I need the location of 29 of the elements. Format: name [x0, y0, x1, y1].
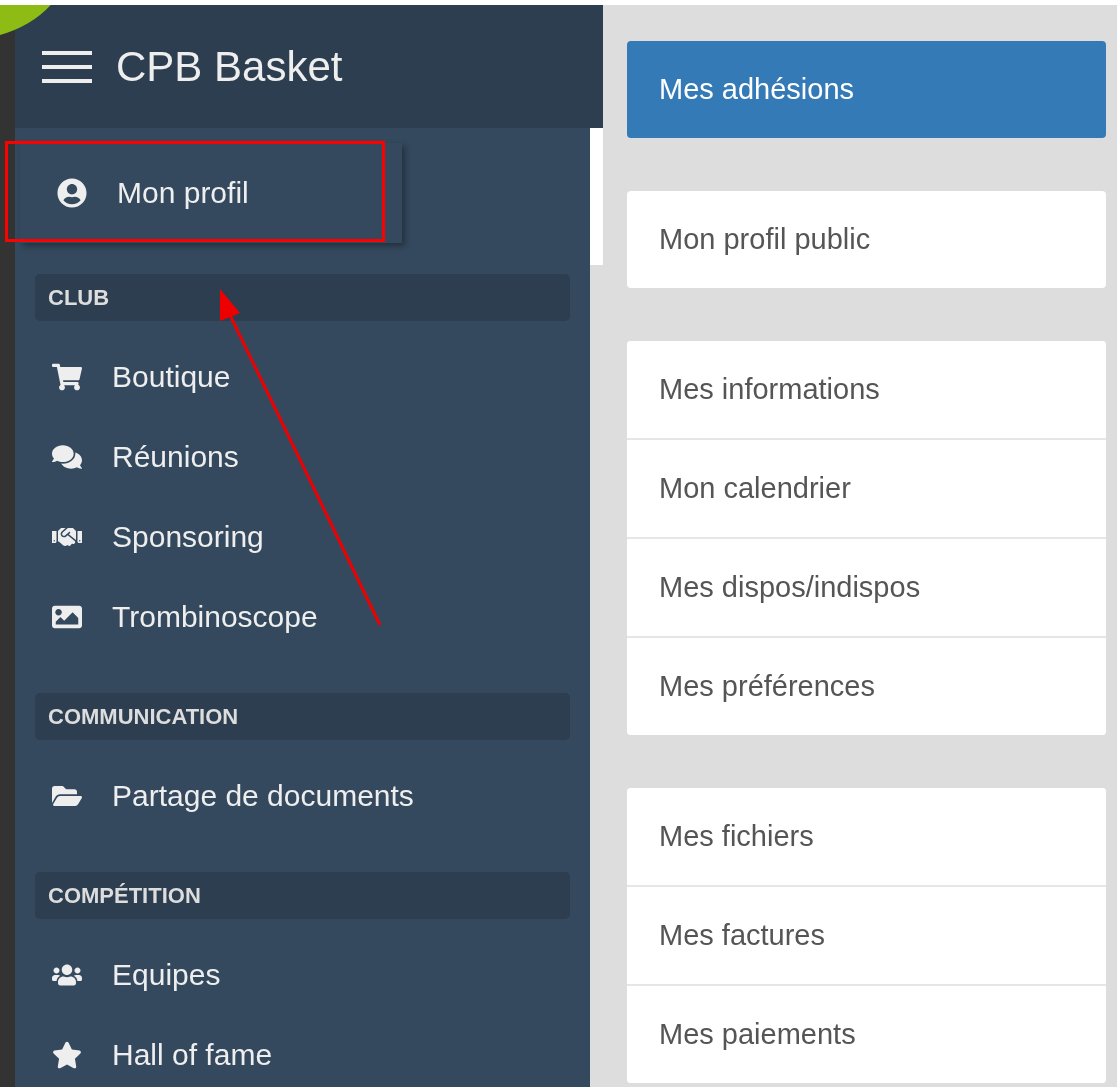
chat-bubbles-icon	[52, 442, 82, 472]
sidebar-item-label: Hall of fame	[112, 1038, 273, 1072]
sidebar-item[interactable]: Trombinoscope	[15, 577, 590, 657]
sidebar-item[interactable]: Hall of fame	[15, 1015, 590, 1087]
sidebar-item[interactable]: Sponsoring	[15, 497, 590, 577]
section-header: CLUB	[35, 274, 570, 321]
sidebar-item-label: Mon profil	[117, 176, 249, 210]
sidebar-item[interactable]: Boutique	[15, 337, 590, 417]
section-header: COMMUNICATION	[35, 693, 570, 740]
sidebar-item-label: Trombinoscope	[112, 600, 318, 634]
section-header: COMPÉTITION	[35, 872, 570, 919]
sidebar-item-label: Sponsoring	[112, 520, 264, 554]
menu-item[interactable]: Mes paiements	[627, 984, 1106, 1083]
cart-icon	[52, 362, 82, 392]
sidebar-item-label: Boutique	[112, 360, 231, 394]
menu-item[interactable]: Mes préférences	[627, 636, 1106, 735]
star-icon	[52, 1040, 82, 1070]
sidebar-item-label: Réunions	[112, 440, 239, 474]
app-title: CPB Basket	[116, 42, 343, 91]
sidebar-item[interactable]: Partage de documents	[15, 756, 590, 836]
sidebar-item[interactable]: Mon profil	[20, 143, 402, 243]
sidebar-item-label: Partage de documents	[112, 779, 414, 813]
sidebar-item[interactable]: Réunions	[15, 417, 590, 497]
menu-item[interactable]: Mes adhésions	[627, 41, 1106, 138]
menu-icon[interactable]	[42, 48, 92, 85]
scrollbar-thumb[interactable]	[590, 128, 603, 265]
scrollbar[interactable]	[590, 128, 603, 1087]
sidebar-item-label: Equipes	[112, 958, 221, 992]
sidebar-item[interactable]: Equipes	[15, 935, 590, 1015]
